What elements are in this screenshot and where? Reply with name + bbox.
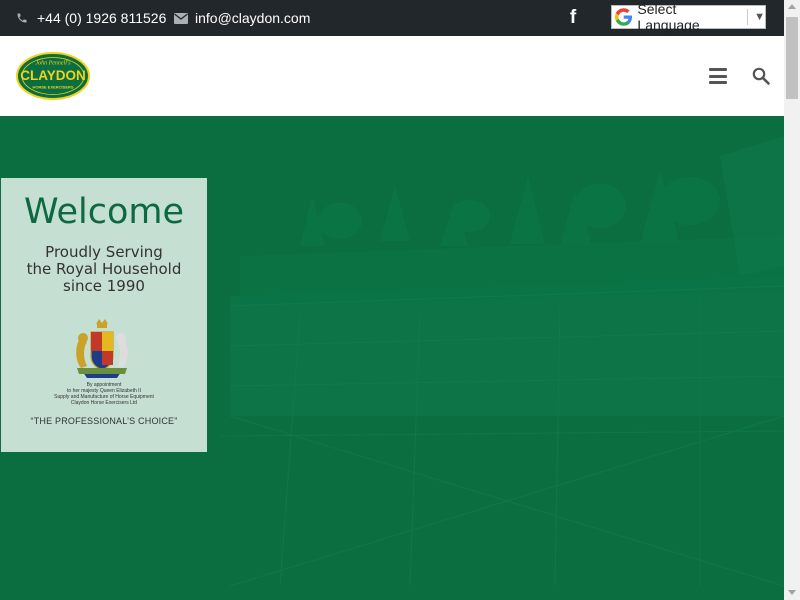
welcome-title: Welcome bbox=[23, 192, 185, 232]
logo-top-text: John Pennell's bbox=[35, 61, 71, 67]
google-icon bbox=[615, 8, 633, 26]
envelope-icon bbox=[174, 11, 188, 25]
email-address[interactable]: info@claydon.com bbox=[195, 10, 310, 26]
subtitle-line: since 1990 bbox=[63, 277, 145, 295]
phone-contact[interactable]: +44 (0) 1926 811526 bbox=[15, 0, 166, 36]
phone-icon bbox=[15, 11, 29, 25]
scrollbar-thumb[interactable] bbox=[786, 17, 798, 99]
language-label: Select Language bbox=[637, 1, 700, 33]
claydon-logo[interactable]: John Pennell's CLAYDON HORSE EXERCISERS bbox=[16, 52, 90, 100]
tagline: “THE PROFESSIONAL’S CHOICE” bbox=[30, 416, 178, 426]
site-header: John Pennell's CLAYDON HORSE EXERCISERS bbox=[0, 36, 784, 116]
phone-number[interactable]: +44 (0) 1926 811526 bbox=[37, 10, 166, 26]
royal-warrant-text: By appointment to her majesty Queen Eliz… bbox=[1, 382, 207, 406]
royal-coat-of-arms-icon bbox=[76, 319, 128, 378]
email-contact[interactable]: info@claydon.com bbox=[174, 0, 310, 36]
scroll-down-arrow-icon[interactable] bbox=[788, 590, 796, 595]
subtitle-line: the Royal Household bbox=[26, 260, 182, 278]
language-select[interactable]: Select Language ▼ bbox=[611, 1, 766, 33]
logo-bottom-text: HORSE EXERCISERS bbox=[32, 85, 73, 90]
divider bbox=[747, 9, 749, 25]
welcome-card: Welcome Proudly Serving the Royal Househ… bbox=[1, 178, 207, 452]
page-scrollbar[interactable] bbox=[784, 0, 800, 600]
hamburger-menu-icon[interactable] bbox=[709, 68, 727, 84]
scroll-up-arrow-icon[interactable] bbox=[788, 4, 796, 9]
subtitle-line: Proudly Serving bbox=[45, 243, 163, 261]
facebook-icon[interactable]: f bbox=[566, 7, 580, 28]
top-bar: +44 (0) 1926 811526 info@claydon.com f S… bbox=[0, 0, 784, 36]
search-icon[interactable] bbox=[752, 67, 770, 85]
welcome-subtitle: Proudly Serving the Royal Household sinc… bbox=[1, 244, 207, 295]
logo-main-text: CLAYDON bbox=[20, 68, 86, 83]
warrant-line: Claydon Horse Exercisers Ltd bbox=[70, 400, 138, 406]
dropdown-arrow-icon: ▼ bbox=[754, 11, 765, 23]
